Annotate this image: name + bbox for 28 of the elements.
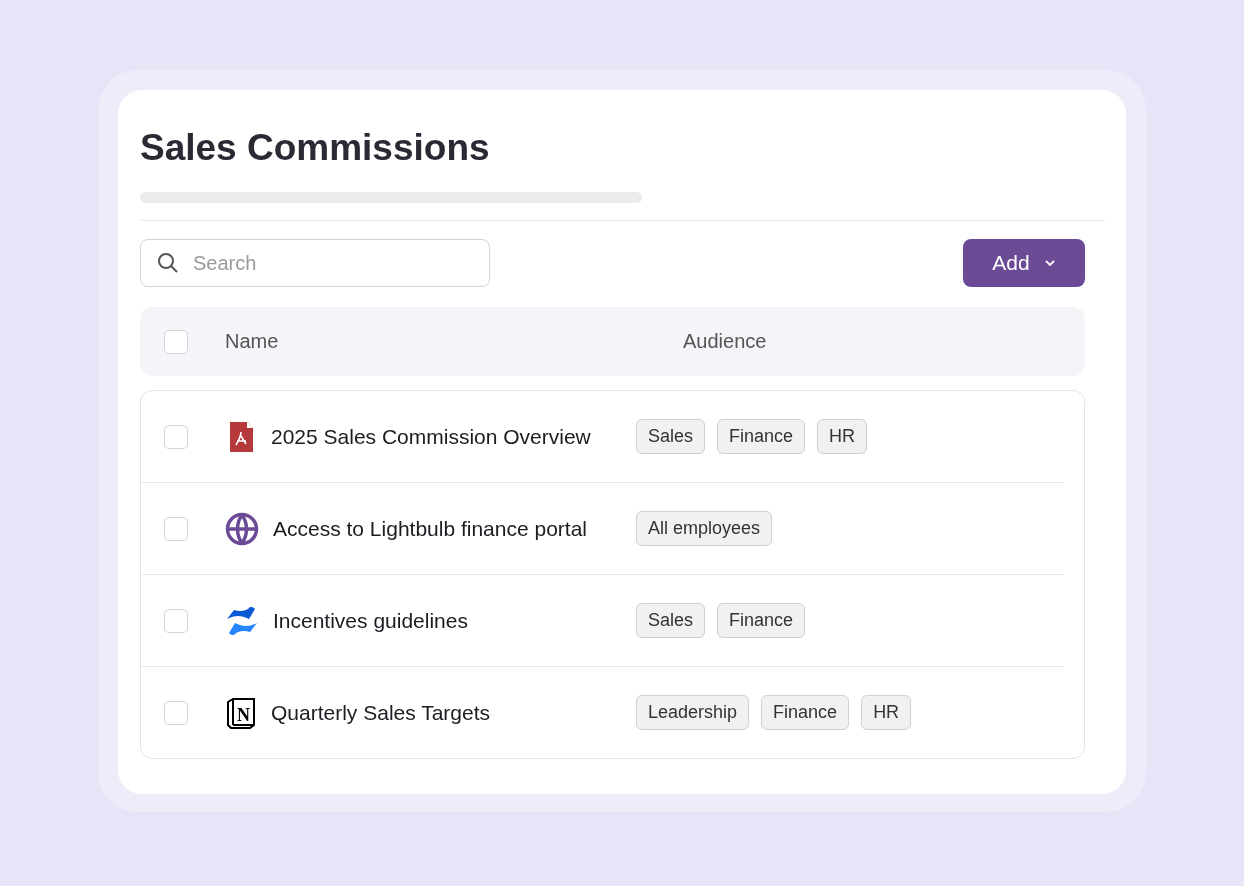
checkbox[interactable] — [164, 516, 188, 541]
checkbox[interactable] — [164, 700, 188, 725]
item-name[interactable]: 2025 Sales Commission Overview — [271, 424, 591, 449]
audience-tag: HR — [817, 419, 868, 455]
search-field[interactable]: Search — [140, 239, 490, 288]
audience-tag: Leadership — [636, 695, 750, 731]
checkbox[interactable] — [164, 329, 188, 354]
swoosh-logo-icon — [225, 604, 259, 637]
item-name[interactable]: Incentives guidelines — [273, 608, 468, 633]
audience-tag: Finance — [761, 695, 850, 731]
audience-tag: Sales — [636, 603, 706, 639]
audience-tag: Sales — [636, 419, 706, 455]
audience-tag: Finance — [717, 419, 806, 455]
checkbox[interactable] — [164, 608, 188, 633]
globe-icon — [225, 511, 259, 546]
chevron-down-icon — [1043, 259, 1056, 268]
item-name[interactable]: Access to Lightbulb finance portal — [273, 516, 588, 541]
page-title: Sales Commissions — [140, 126, 491, 170]
search-icon — [157, 252, 179, 275]
notion-logo-icon: N — [225, 696, 257, 729]
audience-tag: All employees — [636, 511, 773, 547]
audience-tag: Finance — [717, 603, 806, 639]
item-name[interactable]: Quarterly Sales Targets — [271, 700, 491, 725]
audience-tag: HR — [861, 695, 912, 731]
column-header: Name — [225, 330, 280, 354]
column-header: Audience — [683, 330, 767, 354]
add-button[interactable]: Add — [963, 239, 1085, 288]
checkbox[interactable] — [164, 424, 188, 449]
